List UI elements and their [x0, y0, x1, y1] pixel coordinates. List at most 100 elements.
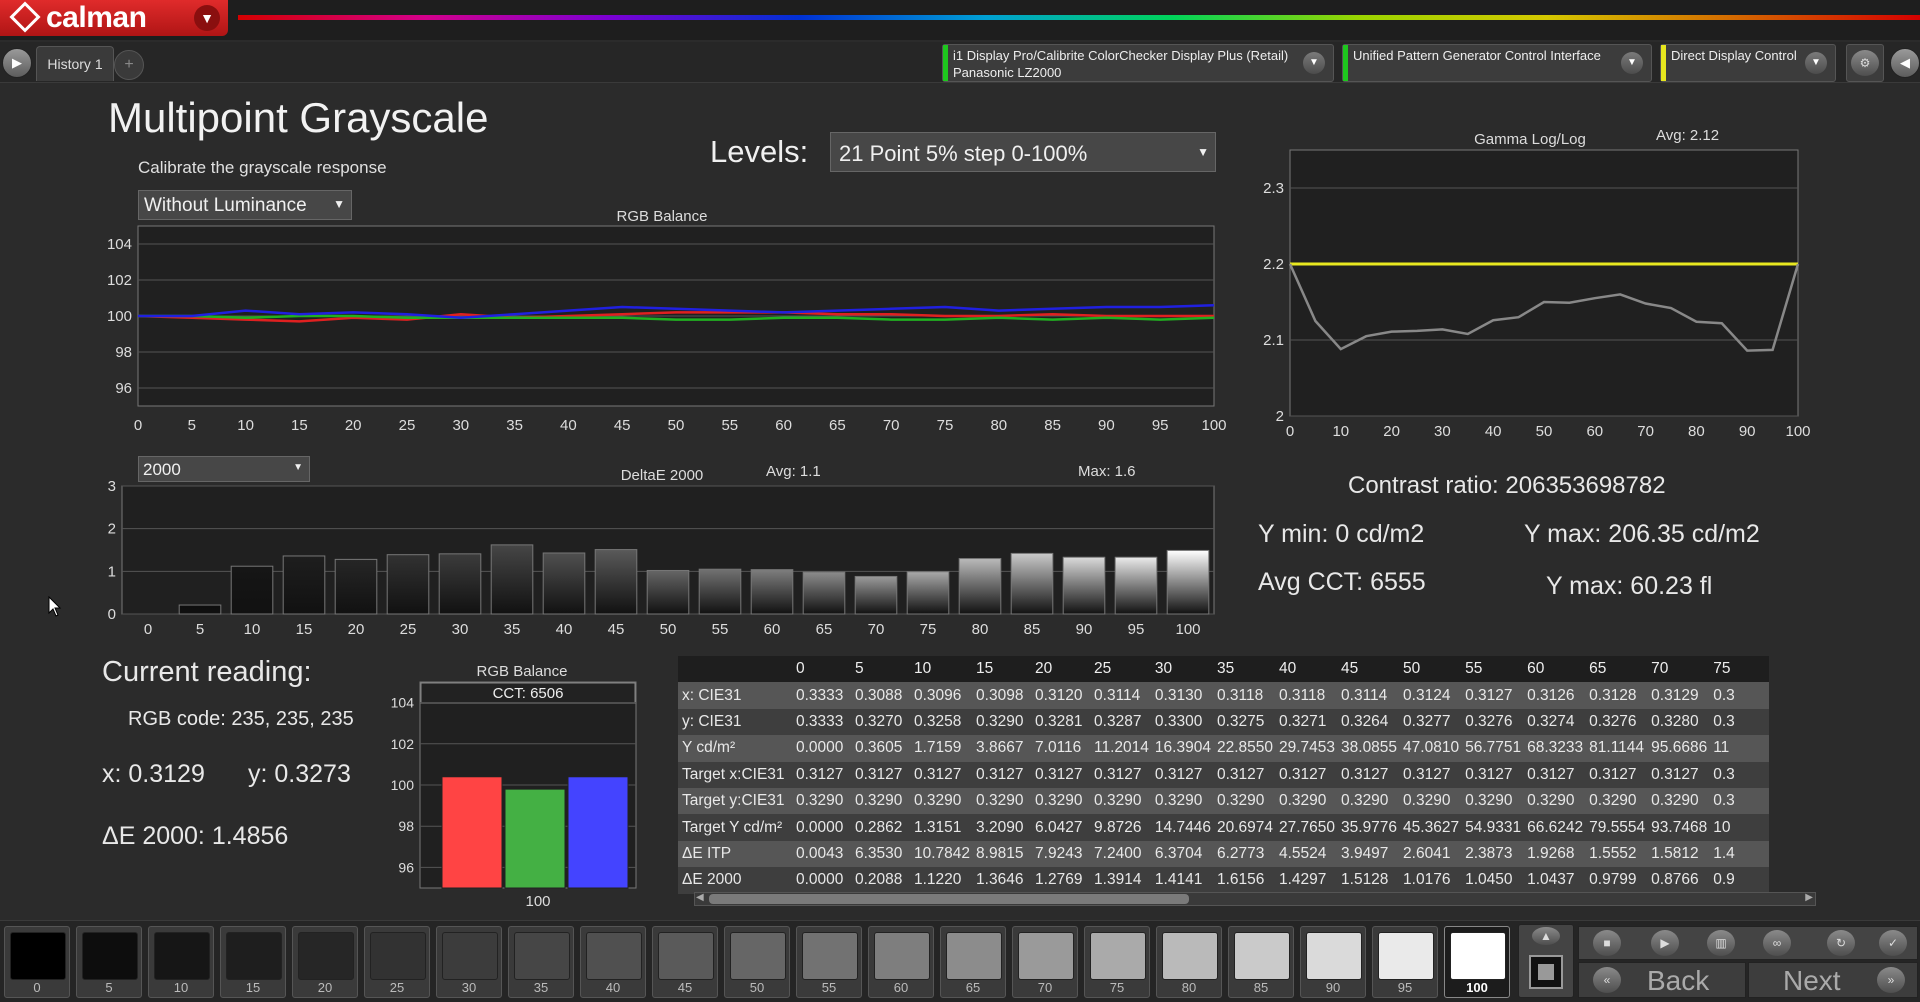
meter-device-selector[interactable]: i1 Display Pro/Calibrite ColorChecker Di… [942, 44, 1334, 82]
patch-swatch[interactable]: 15 [220, 926, 286, 998]
triangle-up-icon[interactable]: ▲ [1532, 927, 1560, 945]
settings-button[interactable]: ⚙ [1846, 44, 1884, 82]
swatch-color [82, 932, 138, 980]
chevron-down-icon[interactable]: ▼ [1805, 52, 1827, 74]
play-icon[interactable]: ▶ [1651, 930, 1679, 956]
table-cell: 0.3127 [1213, 761, 1276, 788]
table-cell: 0.3276 [1462, 708, 1525, 736]
tab-history[interactable]: History 1 [36, 46, 114, 81]
play-icon[interactable]: ▶ [2, 48, 32, 78]
patch-swatch[interactable]: 60 [868, 926, 934, 998]
patch-swatch[interactable]: 20 [292, 926, 358, 998]
horizontal-scrollbar[interactable]: ◀ ▶ [694, 892, 1816, 906]
collapse-panel-icon[interactable]: ◀ [1890, 48, 1920, 78]
check-icon[interactable]: ✓ [1879, 930, 1907, 956]
swatch-label: 10 [173, 980, 189, 995]
table-cell: 0.3088 [852, 682, 911, 709]
patch-swatch[interactable]: 35 [508, 926, 574, 998]
logo-text: calman [46, 1, 147, 34]
scrollbar-thumb[interactable] [709, 894, 1189, 904]
calman-logo[interactable]: calman ▼ [0, 0, 228, 36]
patch-swatch[interactable]: 30 [436, 926, 502, 998]
table-cell: 0.3290 [1648, 787, 1711, 815]
delta-e-bar [1062, 556, 1106, 615]
swatch-color [1090, 932, 1146, 980]
table-cell: 45.3627 [1400, 814, 1463, 841]
swatch-label: 90 [1325, 980, 1341, 995]
table-cell: 93.7468 [1648, 814, 1711, 841]
patch-swatch[interactable]: 45 [652, 926, 718, 998]
add-tab-button[interactable]: + [114, 50, 144, 80]
delta-e-bar [542, 552, 586, 615]
row-label: ΔE ITP [678, 840, 793, 868]
next-button[interactable]: Next » [1748, 962, 1918, 998]
patch-swatch[interactable]: 40 [580, 926, 646, 998]
readings-table[interactable]: 0 5 10 15 20 25 30 35 40 45 50 55 60 65 70 75 x: CIE31 0.… [678, 656, 1818, 908]
continuous-read-icon[interactable]: ∞ [1763, 930, 1791, 956]
table-cell: 0.3 [1710, 787, 1770, 815]
patch-swatch[interactable]: 5 [76, 926, 142, 998]
stop-icon[interactable]: ■ [1593, 930, 1621, 956]
table-cell: 0.3287 [1091, 708, 1152, 736]
swatch-color [226, 932, 282, 980]
patch-swatch[interactable]: 100 [1444, 926, 1510, 998]
patch-swatch[interactable]: 70 [1012, 926, 1078, 998]
patch-swatch[interactable]: 75 [1084, 926, 1150, 998]
back-label: Back [1647, 965, 1710, 996]
measurement-controls: ■ ▶ ▥ ∞ ↻ ✓ [1578, 926, 1918, 960]
x-tick-label: 40 [556, 621, 573, 638]
patch-swatch[interactable]: 25 [364, 926, 430, 998]
scroll-right-icon[interactable]: ▶ [1805, 892, 1813, 903]
x-tick-label: 90 [1098, 417, 1115, 434]
chevron-down-icon[interactable]: ▼ [1303, 52, 1325, 74]
table-cell: 0.3127 [973, 761, 1033, 788]
x-tick-label: 95 [1152, 417, 1169, 434]
chevron-down-icon[interactable]: ▼ [194, 5, 220, 31]
y-tick-label: 2.3 [1263, 180, 1284, 197]
delta-e-bar [438, 553, 482, 615]
refresh-icon[interactable]: ↻ [1827, 930, 1855, 956]
table-cell: 0.3290 [1213, 787, 1276, 815]
scroll-left-icon[interactable]: ◀ [696, 892, 704, 903]
patch-swatch[interactable]: 85 [1228, 926, 1294, 998]
patch-swatch[interactable]: 65 [940, 926, 1006, 998]
chevron-down-icon[interactable]: ▼ [1621, 52, 1643, 74]
read-series-icon[interactable]: ▥ [1707, 930, 1735, 956]
table-cell: 0.3127 [1524, 761, 1587, 788]
x-tick-label: 15 [296, 621, 313, 638]
max-label: Max: 1.6 [1078, 463, 1136, 480]
patch-swatch[interactable]: 90 [1300, 926, 1366, 998]
swatch-color [1450, 932, 1506, 980]
patch-swatch[interactable]: 95 [1372, 926, 1438, 998]
table-cell: 0.3128 [1586, 682, 1649, 709]
table-cell: 0.3264 [1338, 708, 1401, 736]
status-stripe [1343, 45, 1348, 81]
table-cell: 1.2769 [1032, 867, 1092, 894]
column-header: 70 [1648, 656, 1711, 683]
table-cell: 3.2090 [973, 814, 1033, 841]
swatch-color [442, 932, 498, 980]
table-cell: 0.3127 [1462, 682, 1525, 709]
x-tick-label: 80 [1688, 423, 1705, 440]
x-tick-label: 50 [1536, 423, 1553, 440]
title-bar [0, 0, 1920, 40]
table-cell: 0.3274 [1524, 708, 1587, 736]
table-cell: 0.3096 [911, 682, 974, 709]
patch-swatch[interactable]: 80 [1156, 926, 1222, 998]
pattern-generator-selector[interactable]: Unified Pattern Generator Control Interf… [1342, 44, 1652, 82]
display-control-selector[interactable]: Direct Display Control ▼ [1660, 44, 1836, 82]
table-cell: 0.3290 [1338, 787, 1401, 815]
delta-e-bar [1114, 556, 1158, 615]
table-cell: 0.3130 [1151, 682, 1214, 709]
levels-select[interactable]: 21 Point 5% step 0-100% ▼ [830, 132, 1216, 172]
patch-swatch[interactable]: 0 [4, 926, 70, 998]
patch-swatch[interactable]: 10 [148, 926, 214, 998]
stop-pattern-icon[interactable] [1529, 955, 1563, 989]
swatch-label: 95 [1397, 980, 1413, 995]
table-cell: 0.3290 [1462, 787, 1525, 815]
x-tick-label: 65 [829, 417, 846, 434]
y-tick-label: 96 [115, 380, 132, 397]
patch-swatch[interactable]: 50 [724, 926, 790, 998]
patch-swatch[interactable]: 55 [796, 926, 862, 998]
back-button[interactable]: « Back [1578, 962, 1746, 998]
